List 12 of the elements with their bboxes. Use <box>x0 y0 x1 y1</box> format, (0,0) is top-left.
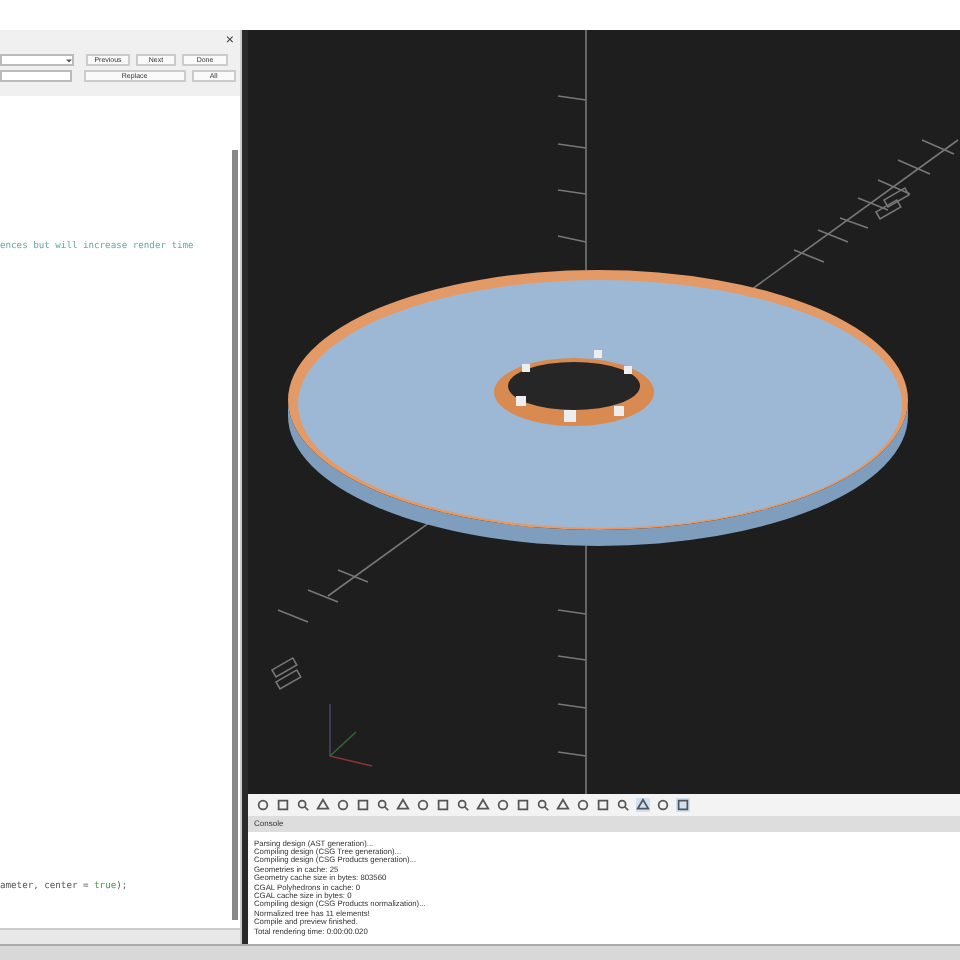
replace-field[interactable] <box>0 70 73 82</box>
scrollbar[interactable] <box>232 150 238 920</box>
search-field[interactable] <box>0 54 74 66</box>
horizontal-scrollbar[interactable] <box>0 928 240 944</box>
view-tool-icon[interactable] <box>636 797 650 812</box>
axis-gizmo-icon <box>329 703 373 767</box>
view-tool-icon[interactable] <box>616 797 630 812</box>
dropdown-arrow-icon[interactable] <box>66 58 72 64</box>
view-tool-icon[interactable] <box>296 797 310 812</box>
view-tool-icon[interactable] <box>536 797 550 812</box>
view-tool-icon[interactable] <box>376 797 390 812</box>
view-tool-icon[interactable] <box>456 797 470 812</box>
